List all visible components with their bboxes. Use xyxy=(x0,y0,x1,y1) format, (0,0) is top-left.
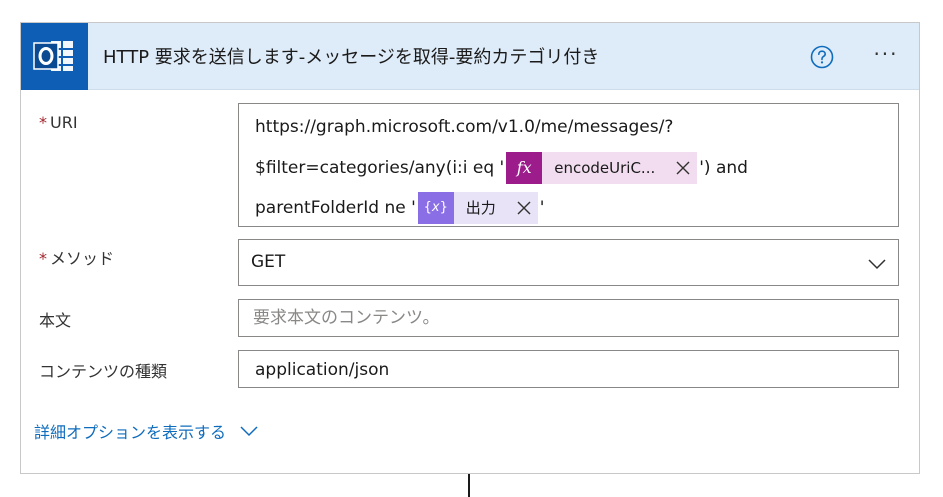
content-type-label: コンテンツの種類 xyxy=(39,362,168,381)
content-type-value: application/json xyxy=(255,360,390,380)
body-input[interactable] xyxy=(239,300,898,336)
method-label: * メソッド xyxy=(39,249,115,268)
action-title: HTTP 要求を送信します-メッセージを取得-要約カテゴリ付き xyxy=(103,47,600,68)
remove-token-icon[interactable] xyxy=(669,152,697,184)
content-type-field[interactable]: application/json xyxy=(238,350,899,388)
uri-field[interactable]: https://graph.microsoft.com/v1.0/me/mess… xyxy=(238,103,899,227)
uri-line-3: parentFolderId ne '{x} 出力 ' xyxy=(255,192,544,224)
uri-line-2: $filter=categories/any(i:i eq ' fx encodeU… xyxy=(255,152,748,184)
variable-token-label: 出力 xyxy=(465,199,496,217)
help-icon[interactable] xyxy=(810,45,834,69)
show-advanced-options-link[interactable]: 詳細オプションを表示する xyxy=(34,419,258,443)
body-label: 本文 xyxy=(39,311,72,330)
card-header[interactable]: HTTP 要求を送信します-メッセージを取得-要約カテゴリ付き ··· xyxy=(21,23,919,90)
expression-token[interactable]: fx encodeUriC... xyxy=(506,152,698,184)
chevron-down-icon xyxy=(240,425,258,437)
required-mark: * xyxy=(39,249,47,268)
http-action-card: HTTP 要求を送信します-メッセージを取得-要約カテゴリ付き ··· * URI… xyxy=(20,22,920,474)
variable-token[interactable]: {x} 出力 xyxy=(417,192,538,224)
uri-label: * URI xyxy=(39,113,78,132)
method-dropdown[interactable]: GET xyxy=(238,239,899,286)
expression-token-label: encodeUriC... xyxy=(554,159,656,177)
more-options-button[interactable]: ··· xyxy=(867,41,905,71)
method-value: GET xyxy=(251,252,286,272)
variable-icon: {x} xyxy=(417,192,454,224)
body-field-wrapper xyxy=(238,299,899,337)
function-icon: fx xyxy=(506,152,543,184)
uri-line-1: https://graph.microsoft.com/v1.0/me/mess… xyxy=(255,117,674,137)
outlook-icon xyxy=(21,23,88,90)
flow-connector-line xyxy=(468,474,470,497)
required-mark: * xyxy=(39,113,47,132)
chevron-down-icon[interactable] xyxy=(868,255,886,275)
remove-token-icon[interactable] xyxy=(510,192,538,224)
